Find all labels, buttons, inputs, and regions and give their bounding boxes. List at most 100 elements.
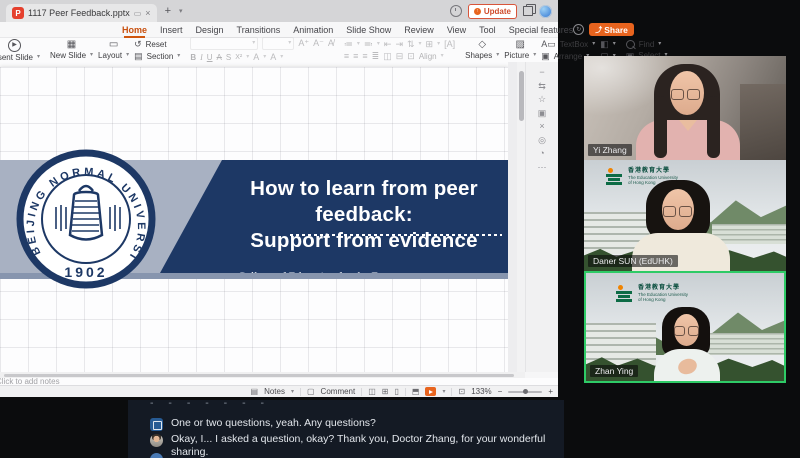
- menu-design[interactable]: Design: [196, 25, 224, 35]
- layout-button[interactable]: ▭ Layout▾: [98, 40, 129, 60]
- justify-icon[interactable]: ≣: [372, 51, 380, 61]
- zoom-value[interactable]: 133%: [471, 387, 491, 396]
- bullets-icon[interactable]: ≔: [344, 39, 353, 49]
- align-objects-button[interactable]: Align: [419, 52, 437, 61]
- menu-review[interactable]: Review: [404, 25, 434, 35]
- video-tile-yi-zhang[interactable]: Yi Zhang: [584, 56, 786, 160]
- section-button[interactable]: ▤Section▾: [134, 51, 180, 61]
- zoom-slider[interactable]: [508, 391, 542, 393]
- vertical-scrollbar-thumb[interactable]: [519, 71, 524, 121]
- notes-pane[interactable]: Click to add notes: [0, 378, 558, 385]
- fill-color-icon[interactable]: ◧: [600, 39, 609, 49]
- shadow-button[interactable]: S: [226, 53, 231, 62]
- collapse-icon[interactable]: −: [539, 68, 544, 77]
- increase-indent-icon[interactable]: ⇥: [395, 39, 403, 49]
- menu-transitions[interactable]: Transitions: [237, 25, 281, 35]
- emoji-tool-icon[interactable]: ◎: [538, 136, 546, 145]
- sync-icon[interactable]: ↻: [573, 24, 584, 35]
- share-button[interactable]: ⤴ Share: [589, 23, 634, 36]
- menu-tool[interactable]: Tool: [479, 25, 496, 35]
- align-left-icon[interactable]: ≡: [344, 51, 349, 61]
- italic-button[interactable]: I: [200, 53, 203, 62]
- new-tab-button[interactable]: +: [165, 5, 171, 17]
- eduhk-mark-icon: [616, 285, 634, 303]
- fit-text-icon[interactable]: ⊡: [407, 51, 415, 61]
- video-tile-daner-sun[interactable]: 香港教育大學 The Education University of Hong …: [584, 160, 786, 271]
- copy-icon[interactable]: ▣: [538, 109, 547, 118]
- slideshow-play-button[interactable]: [425, 387, 436, 396]
- vertical-scrollbar[interactable]: [517, 62, 525, 372]
- picture-button[interactable]: ▨ Picture▾: [504, 40, 536, 60]
- titlebar: P 1117 Peer Feedback.pptx ▭ × + ▾ ↑ Upda…: [0, 0, 558, 22]
- text-tools-icon[interactable]: [A]: [444, 39, 455, 49]
- decrease-font-icon[interactable]: A⁻: [313, 38, 324, 48]
- switch-icon[interactable]: ⇆: [538, 82, 546, 91]
- comment-button[interactable]: Comment: [321, 387, 356, 396]
- shapes-button[interactable]: ◇ Shapes▾: [465, 40, 499, 60]
- favorites-icon[interactable]: ☆: [538, 95, 546, 104]
- display-icon[interactable]: ⬒: [412, 387, 420, 396]
- textbox-button[interactable]: A▭TextBox▾: [541, 39, 595, 49]
- slide-credits[interactable]: College of Education for the Future Zhan…: [222, 240, 417, 360]
- notes-toggle[interactable]: Notes: [264, 387, 285, 396]
- update-button[interactable]: ↑ Update: [468, 4, 517, 19]
- transcript-line: One or two questions, yeah. Any question…: [150, 417, 560, 431]
- normal-view-icon[interactable]: ◫: [368, 387, 376, 396]
- slide-canvas[interactable]: How to learn from peer feedback: Support…: [0, 62, 525, 372]
- zoom-out-button[interactable]: −: [498, 387, 503, 396]
- more-icon[interactable]: ⋯: [538, 163, 547, 172]
- eduhk-mark-icon: [606, 168, 624, 186]
- video-tile-zhan-ying[interactable]: 香港教育大學 The Education University of Hong …: [584, 271, 786, 383]
- history-clock-icon[interactable]: ◔: [539, 149, 544, 158]
- find-button[interactable]: Find▾: [626, 40, 668, 49]
- bnu-seal-logo[interactable]: BEIJING NORMAL UNIVERSITY 1902: [16, 149, 156, 289]
- slide[interactable]: How to learn from peer feedback: Support…: [0, 67, 508, 372]
- distribute-icon[interactable]: ⊟: [396, 51, 404, 61]
- menu-slideshow[interactable]: Slide Show: [346, 25, 391, 35]
- horizontal-scrollbar-thumb[interactable]: [4, 374, 514, 377]
- menu-view[interactable]: View: [447, 25, 466, 35]
- history-icon[interactable]: [450, 5, 462, 17]
- paragraph-group: ≔▾ ≕▾ ⇤ ⇥ ⇅▾ ⊞▾ [A] ≡ ≡ ≡ ≣ ◫ ⊟: [339, 39, 460, 61]
- align-right-icon[interactable]: ≡: [362, 51, 367, 61]
- participant1-glasses: [671, 89, 700, 100]
- present-slide-button[interactable]: ▶ Present Slide▾: [0, 39, 40, 62]
- presentation-file-icon: P: [12, 7, 24, 19]
- increase-font-icon[interactable]: A⁺: [298, 38, 309, 48]
- speaker-avatar-photo: [150, 434, 163, 447]
- account-avatar[interactable]: [539, 5, 552, 18]
- zoom-in-button[interactable]: +: [548, 387, 553, 396]
- superscript-button[interactable]: X²: [235, 53, 242, 62]
- new-slide-button[interactable]: ▦ New Slide▾: [50, 40, 93, 60]
- text-direction-icon[interactable]: ⊞: [426, 39, 434, 49]
- tab-close-button[interactable]: ×: [145, 8, 150, 18]
- align-center-icon[interactable]: ≡: [353, 51, 358, 61]
- picture-icon: ▨: [516, 40, 525, 50]
- font-family-select[interactable]: ▾: [190, 37, 258, 50]
- clear-format-icon[interactable]: A̸: [328, 38, 334, 48]
- decrease-indent-icon[interactable]: ⇤: [384, 39, 392, 49]
- reading-view-icon[interactable]: ▯: [395, 387, 399, 396]
- strikethrough-button[interactable]: A: [217, 53, 222, 62]
- menu-insert[interactable]: Insert: [160, 25, 183, 35]
- document-tab[interactable]: P 1117 Peer Feedback.pptx ▭ ×: [6, 4, 157, 22]
- window-restore-icon[interactable]: [523, 6, 533, 16]
- close-tool-icon[interactable]: ×: [539, 122, 544, 131]
- reset-button[interactable]: ↺Reset: [134, 39, 180, 49]
- menu-home[interactable]: Home: [122, 25, 147, 35]
- columns-icon[interactable]: ◫: [383, 51, 392, 61]
- zoom-slider-knob[interactable]: [523, 389, 528, 394]
- font-size-select[interactable]: ▾: [262, 37, 294, 50]
- fit-slide-icon[interactable]: ⊡: [458, 387, 465, 396]
- underline-button[interactable]: U: [207, 53, 213, 62]
- canvas-margin: [508, 62, 517, 372]
- tab-list-caret[interactable]: ▾: [179, 7, 183, 15]
- menu-special-features[interactable]: Special features: [509, 25, 574, 35]
- participant3-glasses: [674, 326, 699, 336]
- section-icon: ▤: [134, 51, 143, 61]
- menu-animation[interactable]: Animation: [293, 25, 333, 35]
- numbering-icon[interactable]: ≕: [364, 39, 373, 49]
- line-spacing-icon[interactable]: ⇅: [407, 39, 415, 49]
- bold-button[interactable]: B: [190, 53, 196, 62]
- slide-sorter-icon[interactable]: ⊞: [382, 387, 389, 396]
